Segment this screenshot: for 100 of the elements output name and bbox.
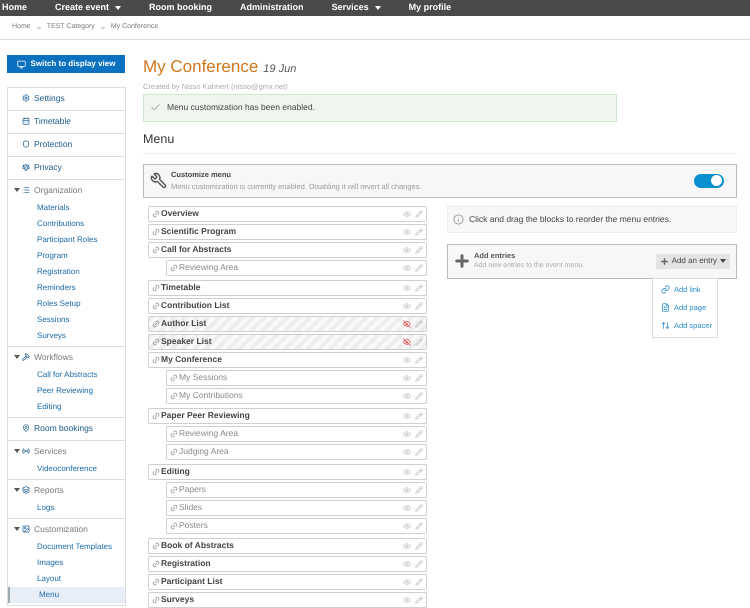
menu-entry[interactable]: Speaker List [148, 334, 427, 350]
menu-entry[interactable]: Timetable [148, 280, 427, 296]
sidebar-link[interactable]: Materials [8, 200, 125, 216]
menu-entry[interactable]: Reviewing Area [166, 426, 427, 442]
eye-icon[interactable] [403, 504, 411, 512]
pencil-icon[interactable] [415, 522, 423, 530]
sidebar-link[interactable]: Editing [8, 399, 125, 415]
sidebar-link[interactable]: Videoconference [8, 461, 125, 477]
nav-item[interactable]: My profile [408, 1, 452, 15]
pencil-icon[interactable] [415, 228, 423, 236]
nav-item[interactable]: Create event [55, 1, 122, 15]
eye-icon[interactable] [403, 578, 411, 586]
pencil-icon[interactable] [415, 374, 423, 382]
pencil-icon[interactable] [415, 430, 423, 438]
sidebar-section[interactable]: Protection [8, 134, 125, 154]
eye-icon[interactable] [403, 356, 411, 364]
eye-icon[interactable] [403, 246, 411, 254]
menu-entry[interactable]: My Conference [148, 352, 427, 368]
sidebar-section[interactable]: Workflows [8, 347, 125, 367]
sidebar-section[interactable]: Organization [8, 180, 125, 200]
menu-entry[interactable]: Contribution List [148, 298, 427, 314]
sidebar-link[interactable]: Logs [8, 500, 125, 516]
eye-icon[interactable] [403, 448, 411, 456]
sidebar-section[interactable]: Timetable [8, 111, 125, 131]
sidebar-section[interactable]: Room bookings [8, 418, 125, 438]
sidebar-link[interactable]: Images [8, 555, 125, 571]
eye-slash-icon[interactable] [403, 338, 411, 346]
sidebar-link[interactable]: Document Templates [8, 539, 125, 555]
sidebar-link[interactable]: Menu [8, 587, 125, 603]
pencil-icon[interactable] [415, 338, 423, 346]
pencil-icon[interactable] [415, 264, 423, 272]
pencil-icon[interactable] [415, 578, 423, 586]
pencil-icon[interactable] [415, 504, 423, 512]
sidebar-section[interactable]: Privacy [8, 157, 125, 177]
pencil-icon[interactable] [415, 560, 423, 568]
eye-icon[interactable] [403, 522, 411, 530]
pencil-icon[interactable] [415, 320, 423, 328]
pencil-icon[interactable] [415, 468, 423, 476]
menu-entry[interactable]: Editing [148, 464, 427, 480]
sidebar-link[interactable]: Participant Roles [8, 232, 125, 248]
sidebar-section[interactable]: Services [8, 441, 125, 461]
eye-icon[interactable] [403, 542, 411, 550]
sidebar-link[interactable]: Call for Abstracts [8, 367, 125, 383]
pencil-icon[interactable] [415, 284, 423, 292]
sidebar-link[interactable]: Layout [8, 571, 125, 587]
sidebar-link[interactable]: Registration [8, 264, 125, 280]
eye-icon[interactable] [403, 596, 411, 604]
nav-item[interactable]: Home [2, 1, 28, 15]
eye-icon[interactable] [403, 228, 411, 236]
menu-entry[interactable]: My Contributions [166, 388, 427, 404]
menu-entry[interactable]: Posters [166, 518, 427, 534]
eye-icon[interactable] [403, 468, 411, 476]
pencil-icon[interactable] [415, 596, 423, 604]
nav-item[interactable]: Administration [240, 1, 304, 15]
eye-icon[interactable] [403, 374, 411, 382]
pencil-icon[interactable] [415, 412, 423, 420]
pencil-icon[interactable] [415, 356, 423, 364]
sidebar-section[interactable]: Reports [8, 480, 125, 500]
menu-entry[interactable]: Papers [166, 482, 427, 498]
sidebar-link[interactable]: Contributions [8, 216, 125, 232]
sidebar-link[interactable]: Reminders [8, 280, 125, 296]
menu-entry[interactable]: Paper Peer Reviewing [148, 408, 427, 424]
pencil-icon[interactable] [415, 246, 423, 254]
eye-icon[interactable] [403, 210, 411, 218]
eye-slash-icon[interactable] [403, 320, 411, 328]
menu-entry[interactable]: Book of Abstracts [148, 538, 427, 554]
menu-entry[interactable]: Judging Area [166, 444, 427, 460]
menu-entry[interactable]: Surveys [148, 592, 427, 608]
pencil-icon[interactable] [415, 486, 423, 494]
eye-icon[interactable] [403, 412, 411, 420]
eye-icon[interactable] [403, 560, 411, 568]
eye-icon[interactable] [403, 392, 411, 400]
eye-icon[interactable] [403, 430, 411, 438]
menu-entry[interactable]: Slides [166, 500, 427, 516]
display-view-button[interactable]: Switch to display view [7, 55, 125, 73]
menu-entry[interactable]: Call for Abstracts [148, 242, 427, 258]
nav-item[interactable]: Room booking [149, 1, 212, 15]
menu-entry[interactable]: Reviewing Area [166, 260, 427, 276]
pencil-icon[interactable] [415, 302, 423, 310]
toggle-switch[interactable] [694, 174, 724, 188]
pencil-icon[interactable] [415, 542, 423, 550]
sidebar-section[interactable]: Settings [8, 88, 125, 108]
sidebar-link[interactable]: Peer Reviewing [8, 383, 125, 399]
eye-icon[interactable] [403, 284, 411, 292]
sidebar-link[interactable]: Program [8, 248, 125, 264]
menu-entry[interactable]: Scientific Program [148, 224, 427, 240]
nav-item[interactable]: Services [332, 1, 381, 15]
eye-icon[interactable] [403, 302, 411, 310]
menu-entry[interactable]: Participant List [148, 574, 427, 590]
menu-entry[interactable]: My Sessions [166, 370, 427, 386]
menu-entry[interactable]: Registration [148, 556, 427, 572]
sidebar-link[interactable]: Surveys [8, 328, 125, 344]
pencil-icon[interactable] [415, 210, 423, 218]
menu-entry[interactable]: Author List [148, 316, 427, 332]
menu-entry[interactable]: Overview [148, 206, 427, 222]
pencil-icon[interactable] [415, 448, 423, 456]
eye-icon[interactable] [403, 486, 411, 494]
eye-icon[interactable] [403, 264, 411, 272]
sidebar-link[interactable]: Sessions [8, 312, 125, 328]
sidebar-section[interactable]: Customization [8, 519, 125, 539]
